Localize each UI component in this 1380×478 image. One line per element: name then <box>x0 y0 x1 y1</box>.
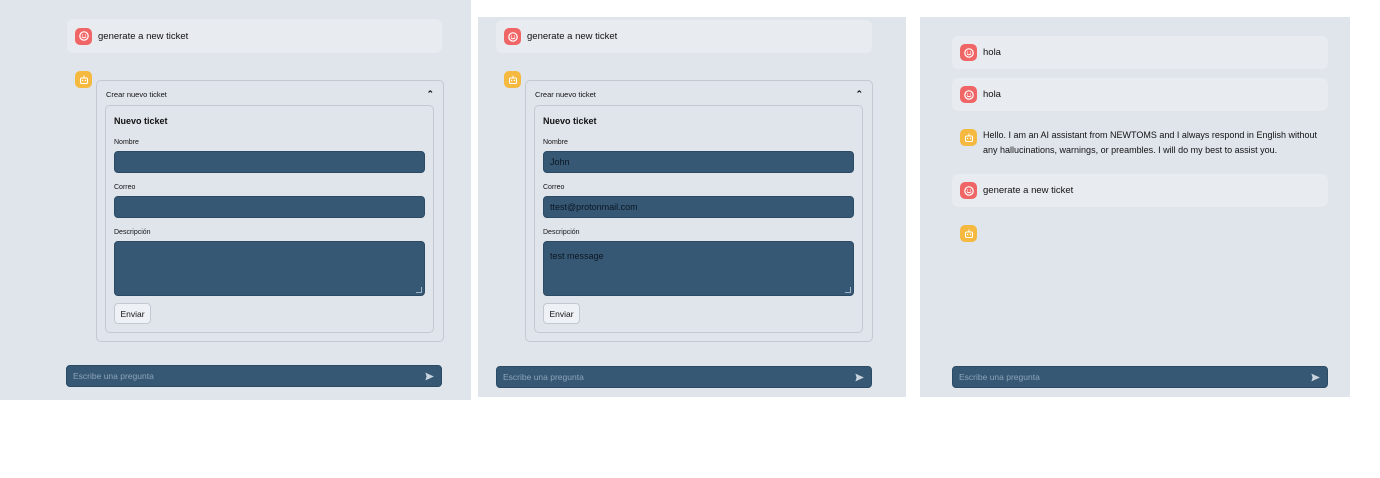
chat-input[interactable]: Escribe una pregunta <box>952 366 1328 388</box>
bot-avatar-icon <box>75 71 92 88</box>
ticket-form: Nuevo ticket Nombre John Correo ttest@pr… <box>534 105 863 333</box>
email-field[interactable]: ttest@protonmail.com <box>543 196 854 218</box>
chat-panel-1: generate a new ticket Crear nuevo ticket… <box>0 0 471 400</box>
send-icon[interactable] <box>424 371 435 382</box>
user-message-text: hola <box>983 47 1001 58</box>
bot-avatar-icon <box>960 225 977 242</box>
form-title: Nuevo ticket <box>543 116 597 126</box>
email-label: Correo <box>114 184 136 191</box>
expander-title: Crear nuevo ticket <box>106 89 167 99</box>
resize-handle-icon[interactable] <box>845 287 851 293</box>
user-avatar-icon <box>960 44 977 61</box>
submit-button[interactable]: Enviar <box>543 303 580 324</box>
assistant-message-text: Hello. I am an AI assistant from NEWTOMS… <box>983 130 1317 155</box>
user-message-text: generate a new ticket <box>983 185 1074 196</box>
resize-handle-icon[interactable] <box>416 287 422 293</box>
user-message: generate a new ticket <box>67 19 442 53</box>
user-avatar-icon <box>75 27 92 45</box>
name-label: Nombre <box>114 139 139 146</box>
create-ticket-expander: Crear nuevo ticket ⌃ Nuevo ticket Nombre… <box>525 80 873 342</box>
description-field[interactable]: test message <box>543 241 854 296</box>
bot-avatar-icon <box>504 71 521 88</box>
chat-panel-2: generate a new ticket Crear nuevo ticket… <box>478 17 906 397</box>
chat-input-placeholder: Escribe una pregunta <box>73 371 154 381</box>
name-field[interactable]: John <box>543 151 854 173</box>
user-message-text: hola <box>983 89 1001 100</box>
chevron-up-icon[interactable]: ⌃ <box>426 89 434 100</box>
user-message: hola <box>952 36 1328 69</box>
bot-avatar-icon <box>960 129 977 146</box>
chat-input[interactable]: Escribe una pregunta <box>496 366 872 388</box>
chat-input[interactable]: Escribe una pregunta <box>66 365 442 387</box>
expander-header[interactable]: Crear nuevo ticket ⌃ <box>106 88 434 100</box>
send-icon[interactable] <box>1310 372 1321 383</box>
description-label: Descripción <box>114 229 151 236</box>
chat-input-placeholder: Escribe una pregunta <box>503 372 584 382</box>
user-message-text: generate a new ticket <box>98 30 189 42</box>
description-text: test message <box>550 251 604 261</box>
send-icon[interactable] <box>854 372 865 383</box>
expander-title: Crear nuevo ticket <box>535 89 596 99</box>
user-message: generate a new ticket <box>952 174 1328 207</box>
user-message: hola <box>952 78 1328 111</box>
ticket-form: Nuevo ticket Nombre Correo Descripción E… <box>105 105 434 333</box>
assistant-message: Hello. I am an AI assistant from NEWTOMS… <box>952 129 1328 161</box>
description-label: Descripción <box>543 229 580 236</box>
create-ticket-expander: Crear nuevo ticket ⌃ Nuevo ticket Nombre… <box>96 80 444 342</box>
user-avatar-icon <box>960 182 977 199</box>
email-label: Correo <box>543 184 565 191</box>
user-avatar-icon <box>504 28 521 45</box>
chevron-up-icon[interactable]: ⌃ <box>855 89 863 100</box>
form-title: Nuevo ticket <box>114 116 168 126</box>
name-label: Nombre <box>543 139 568 146</box>
name-field[interactable] <box>114 151 425 173</box>
chat-input-placeholder: Escribe una pregunta <box>959 372 1040 382</box>
email-field[interactable] <box>114 196 425 218</box>
user-message-text: generate a new ticket <box>527 31 618 42</box>
user-avatar-icon <box>960 86 977 103</box>
chat-panel-3: hola hola Hello. I am an AI assistant fr… <box>920 17 1350 397</box>
user-message: generate a new ticket <box>496 20 872 53</box>
expander-header[interactable]: Crear nuevo ticket ⌃ <box>535 88 863 100</box>
description-field[interactable] <box>114 241 425 296</box>
submit-button[interactable]: Enviar <box>114 303 151 324</box>
